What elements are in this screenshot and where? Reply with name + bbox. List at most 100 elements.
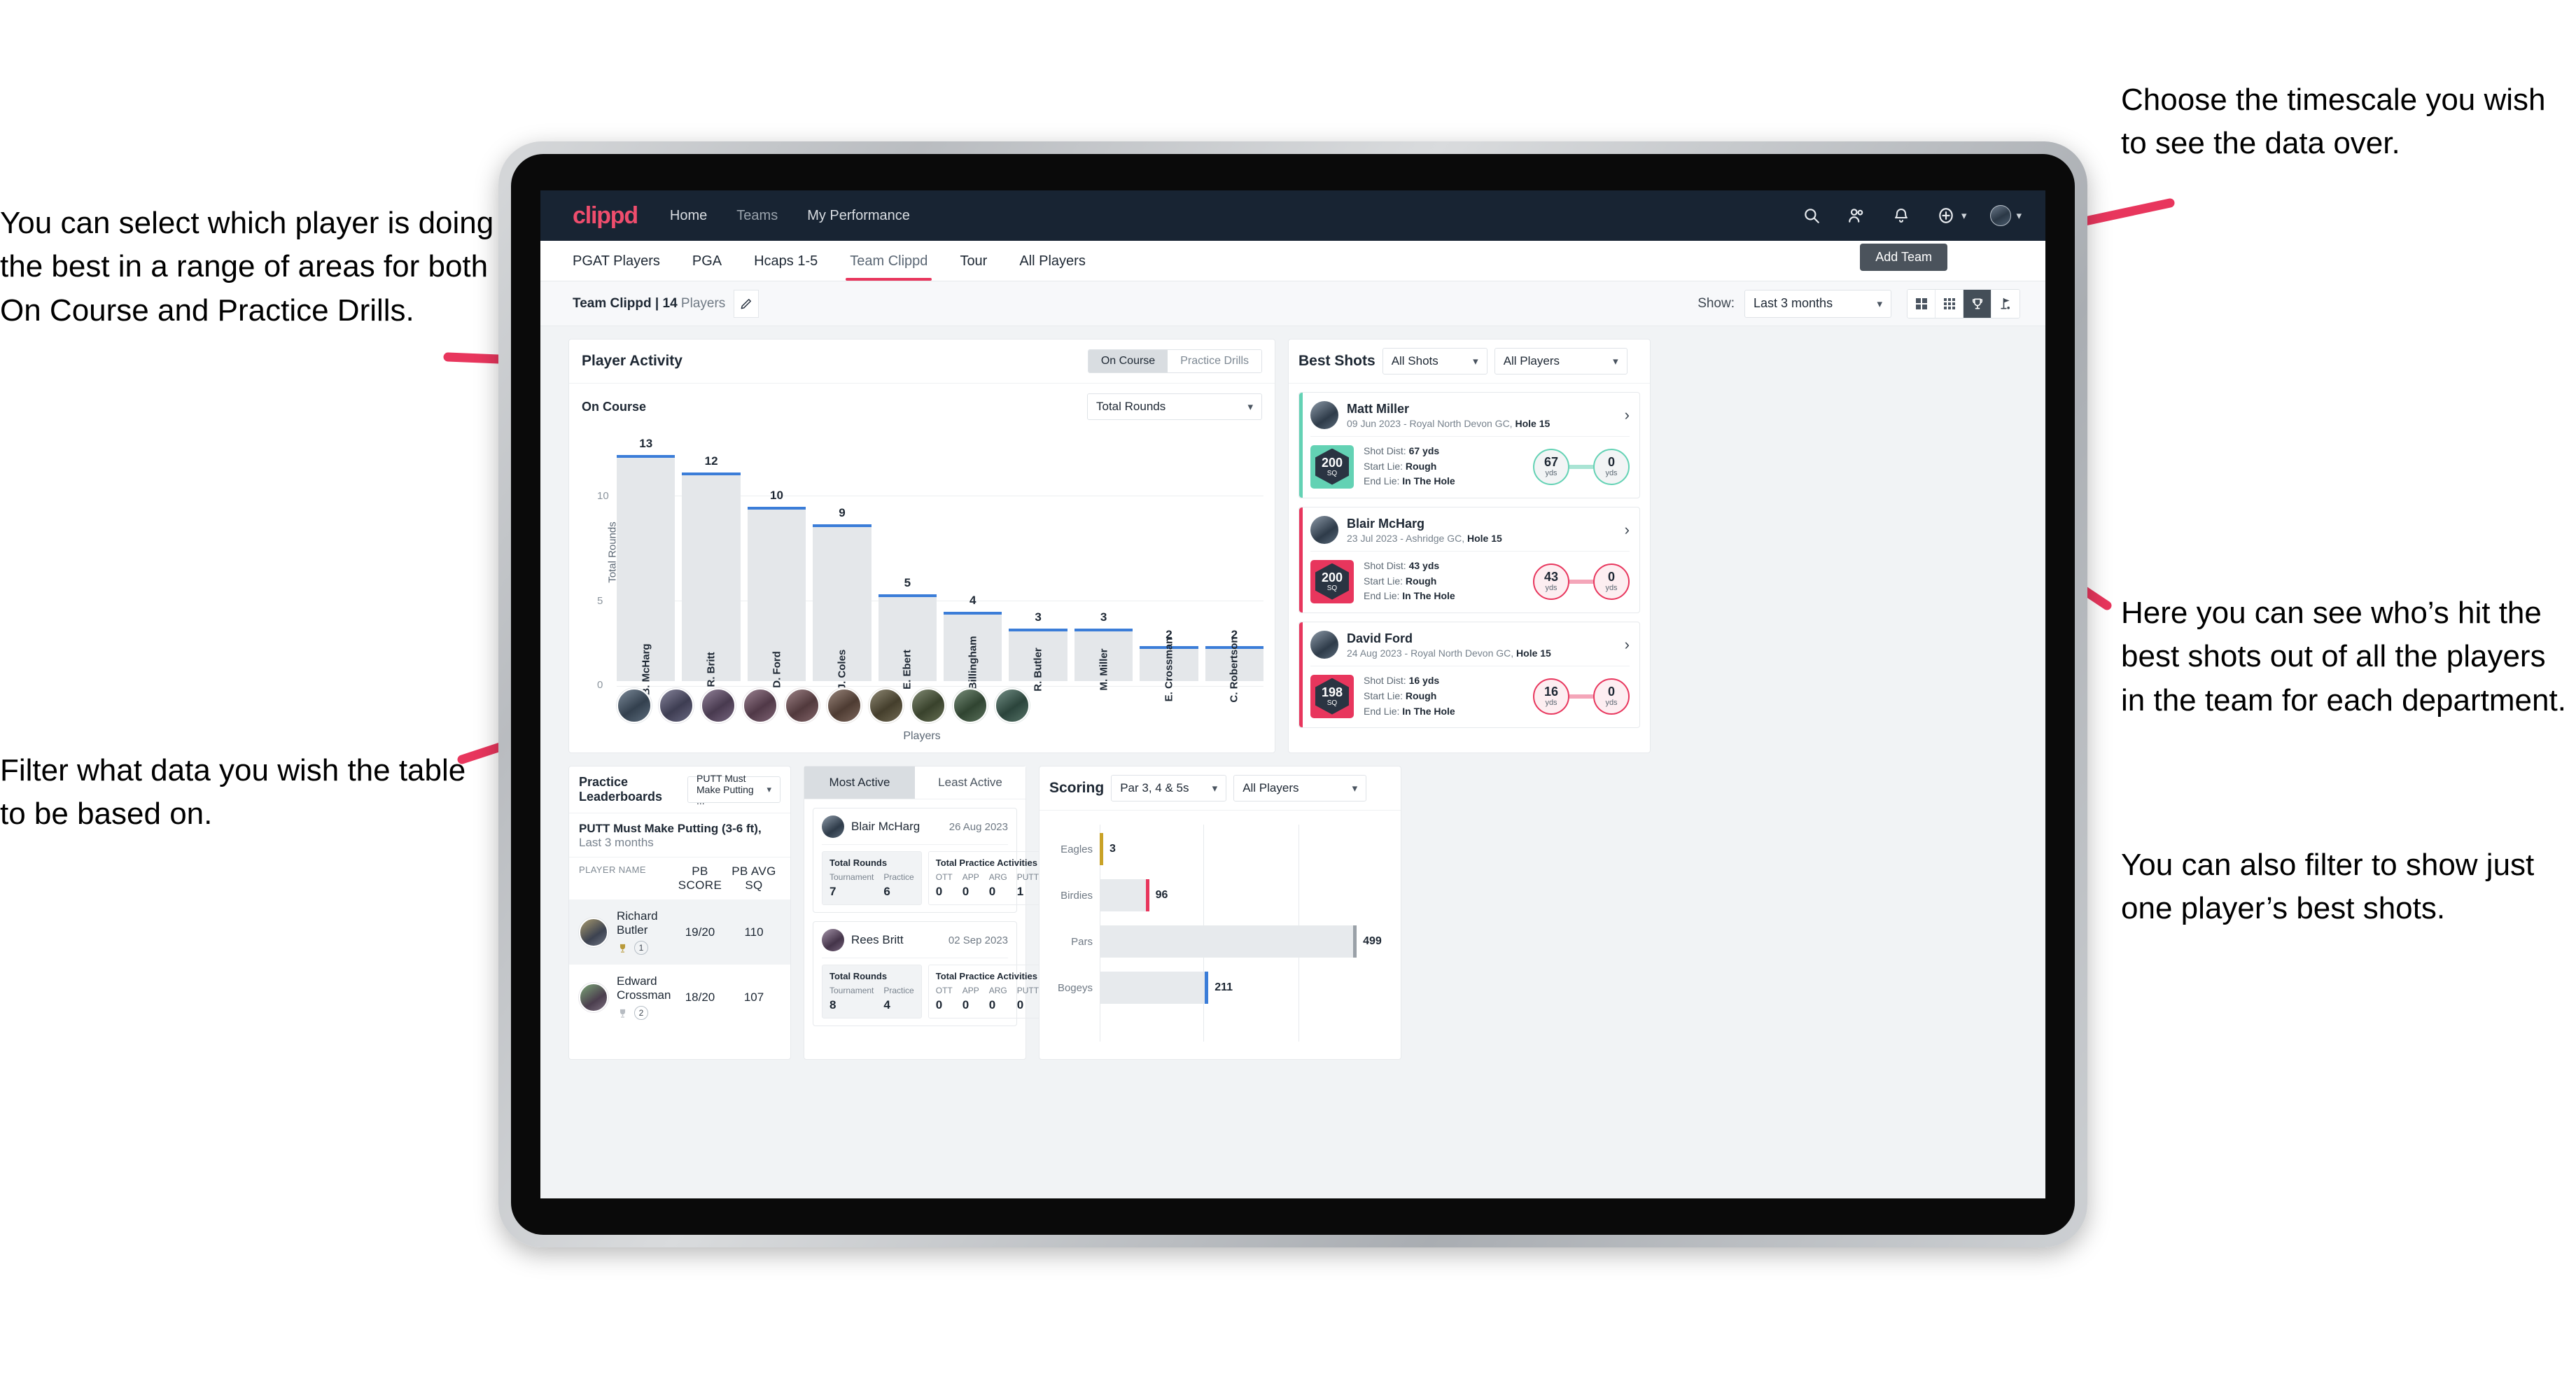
player-name: Edward Crossman <box>617 974 671 1002</box>
scoring-par-filter-value: Par 3, 4 & 5s <box>1120 781 1189 794</box>
timescale-select[interactable]: Last 3 months ▾ <box>1744 289 1891 318</box>
practice-activities-title: Total Practice Activities <box>935 971 1037 981</box>
plus-circle-icon[interactable] <box>1935 205 1956 226</box>
player-avatar[interactable] <box>617 688 652 723</box>
drill-select[interactable]: PUTT Must Make Putting ... ▾ <box>687 773 780 806</box>
best-shot-card[interactable]: Blair McHarg 23 Jul 2023 - Ashridge GC, H… <box>1298 507 1640 614</box>
activity-item[interactable]: Rees Britt 02 Sep 2023 Total Rounds Tournam… <box>813 921 1047 1026</box>
bar[interactable]: 9 J. Coles <box>813 506 872 690</box>
tab-all-players[interactable]: All Players <box>1019 253 1085 281</box>
bar-column[interactable]: 2 E. Crossman <box>1140 442 1198 701</box>
activity-item[interactable]: Blair McHarg 26 Aug 2023 Total Rounds Tourn… <box>813 808 1047 913</box>
scoring-par-filter[interactable]: Par 3, 4 & 5s ▾ <box>1111 775 1227 802</box>
tab-team-clippd[interactable]: Team Clippd <box>846 253 932 281</box>
trophy-icon[interactable] <box>1963 289 1991 318</box>
bar-column[interactable]: 4 D. Billingham <box>944 442 1002 703</box>
tab-least-active[interactable]: Least Active <box>915 766 1026 799</box>
player-avatar[interactable] <box>953 688 988 723</box>
bar[interactable]: 10 D. Ford <box>747 489 806 688</box>
bell-icon[interactable] <box>1891 205 1912 226</box>
edit-team-button[interactable] <box>734 289 760 318</box>
leaderboard-row[interactable]: Richard Butler 1 19/20 110 <box>569 899 790 965</box>
people-icon[interactable] <box>1846 205 1867 226</box>
chevron-down-icon: ▾ <box>1473 356 1478 368</box>
scoring-row[interactable]: Eagles 3 <box>1049 826 1388 872</box>
bar-column[interactable]: 3 R. Butler <box>1009 442 1068 692</box>
leaderboard-player: Edward Crossman 2 <box>617 974 673 1020</box>
metric-select[interactable]: Total Rounds ▾ <box>1087 393 1262 420</box>
scoring-row[interactable]: Bogeys 211 <box>1049 965 1388 1011</box>
total-rounds-title: Total Rounds <box>830 858 888 868</box>
grid-small-icon[interactable] <box>1935 289 1963 318</box>
player-avatar[interactable] <box>911 688 946 723</box>
player-avatar[interactable] <box>701 688 736 723</box>
avatar[interactable] <box>1990 205 2012 226</box>
annotation-left-bottom: Filter what data you wish the table to b… <box>0 753 466 832</box>
leaderboard-row[interactable]: Edward Crossman 2 18/20 107 <box>569 965 790 1030</box>
bar-column[interactable]: 12 R. Britt <box>682 442 741 687</box>
bar[interactable]: 4 D. Billingham <box>944 594 1002 703</box>
scoring-row[interactable]: Pars 499 <box>1049 918 1388 965</box>
nav-link-teams[interactable]: Teams <box>735 204 779 228</box>
chevron-down-icon-add[interactable]: ▾ <box>1961 209 1967 222</box>
bar[interactable]: 12 R. Britt <box>682 454 741 687</box>
scoring-row[interactable]: Birdies 96 <box>1049 872 1388 918</box>
bar[interactable]: 3 M. Miller <box>1074 610 1133 691</box>
bar-column[interactable]: 10 D. Ford <box>747 442 806 688</box>
tab-tour[interactable]: Tour <box>960 253 987 281</box>
clippd-logo[interactable]: clippd <box>573 202 638 230</box>
nav-link-home[interactable]: Home <box>668 204 708 228</box>
bar-column[interactable]: 9 J. Coles <box>813 442 872 690</box>
player-avatar[interactable] <box>827 688 862 723</box>
avatar <box>579 917 608 947</box>
tab-pga[interactable]: PGA <box>692 253 722 281</box>
scoring-player-filter[interactable]: All Players ▾ <box>1233 775 1367 802</box>
bar-column[interactable]: 2 C. Robertson <box>1205 442 1264 703</box>
chevron-down-icon-profile[interactable]: ▾ <box>2016 209 2022 222</box>
nav-link-my-performance[interactable]: My Performance <box>806 204 911 228</box>
bar-column[interactable]: 3 M. Miller <box>1074 442 1133 691</box>
best-shots-player-filter[interactable]: All Players ▾ <box>1494 348 1628 374</box>
player-name: Blair McHarg <box>1347 516 1425 531</box>
scoring-bar-cap <box>1099 833 1103 865</box>
app-stat: APP 0 <box>962 986 979 1011</box>
segment-practice-drills[interactable]: Practice Drills <box>1168 350 1261 372</box>
bar[interactable]: 2 E. Crossman <box>1140 628 1198 701</box>
tab-pgat-players[interactable]: PGAT Players <box>573 253 660 281</box>
bar[interactable]: 13 B. McHarg <box>617 437 676 696</box>
tab-most-active[interactable]: Most Active <box>804 766 915 799</box>
best-shot-card[interactable]: Matt Miller 09 Jun 2023 - Royal North Dev… <box>1298 392 1640 499</box>
scoring-bar[interactable]: 96 <box>1100 879 1168 911</box>
sq-unit: SQ <box>1326 584 1338 592</box>
arg-stat: ARG 0 <box>988 872 1007 898</box>
bar[interactable]: 2 C. Robertson <box>1205 628 1264 703</box>
scoring-value: 211 <box>1214 981 1233 993</box>
player-avatar[interactable] <box>743 688 778 723</box>
chevron-right-icon[interactable]: › <box>1625 406 1630 424</box>
scoring-bar[interactable]: 3 <box>1099 833 1116 865</box>
player-avatar[interactable] <box>869 688 904 723</box>
divider <box>1310 436 1630 437</box>
shot-meta: 09 Jun 2023 - Royal North Devon GC, Hole… <box>1347 417 1550 429</box>
scoring-bar[interactable]: 499 <box>1100 925 1382 958</box>
bar-column[interactable]: 13 B. McHarg <box>617 437 676 696</box>
player-avatar[interactable] <box>995 688 1030 723</box>
player-avatar[interactable] <box>785 688 820 723</box>
player-avatar[interactable] <box>659 688 694 723</box>
best-shot-card[interactable]: David Ford 24 Aug 2023 - Royal North Devo… <box>1298 622 1640 729</box>
search-icon[interactable] <box>1801 205 1822 226</box>
best-shots-shot-filter[interactable]: All Shots ▾ <box>1382 348 1488 374</box>
scoring-bar[interactable]: 211 <box>1100 972 1233 1004</box>
best-shots-card: Best Shots All Shots ▾ All Players ▾ Mat… <box>1288 339 1651 753</box>
grid-large-icon[interactable] <box>1907 289 1935 318</box>
chevron-right-icon[interactable]: › <box>1625 521 1630 539</box>
bar[interactable]: 3 R. Butler <box>1009 610 1068 692</box>
segment-on-course[interactable]: On Course <box>1088 350 1168 372</box>
chevron-right-icon[interactable]: › <box>1625 636 1630 654</box>
tab-hcaps-1-5[interactable]: Hcaps 1-5 <box>754 253 818 281</box>
shot-distance-line: Shot Dist: 16 yds <box>1364 675 1440 687</box>
activity-stats: Total Rounds Tournament 7 Practice 6 Total Pr… <box>822 851 1047 905</box>
bar-column[interactable]: 5 E. Ebert <box>878 442 937 690</box>
bar[interactable]: 5 E. Ebert <box>878 576 937 690</box>
flag-icon[interactable] <box>1991 289 2019 318</box>
